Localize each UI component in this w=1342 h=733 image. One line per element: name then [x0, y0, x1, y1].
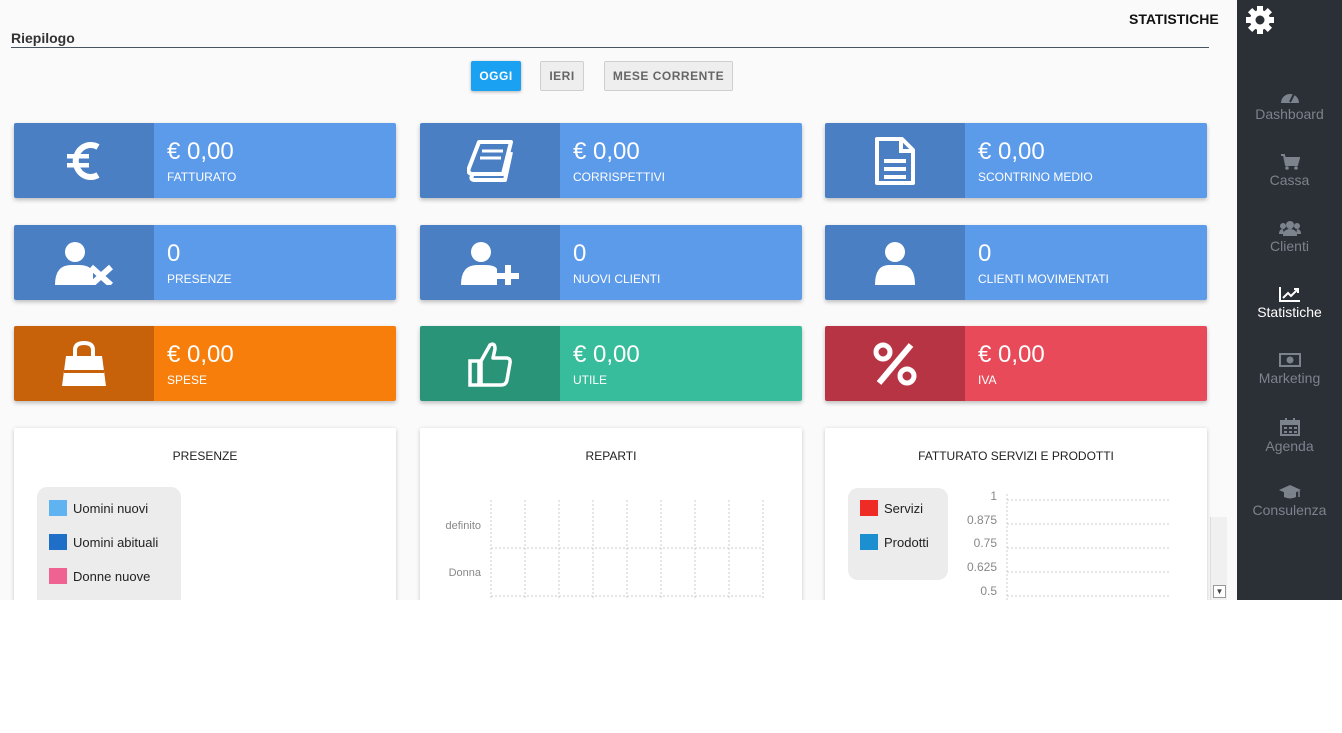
filter-current-month-button[interactable]: MESE CORRENTE: [604, 61, 733, 91]
card-spese[interactable]: € 0,00 SPESE: [14, 326, 396, 401]
page-title: STATISTICHE: [1129, 11, 1219, 27]
card-label: FATTURATO: [167, 170, 237, 184]
legend-item[interactable]: Uomini nuovi: [49, 500, 148, 516]
user-remove-icon: [14, 225, 154, 300]
sidebar-item-label: Dashboard: [1255, 106, 1324, 122]
sidebar-item-label: Clienti: [1270, 238, 1309, 254]
document-icon: [825, 123, 965, 198]
card-corrispettivi[interactable]: € 0,00 CORRISPETTIVI: [420, 123, 802, 198]
panel-reparti: REPARTI definito Donna: [420, 428, 802, 600]
card-value: 0: [573, 240, 587, 267]
sidebar-item-agenda[interactable]: Agenda: [1237, 418, 1342, 454]
card-label: CLIENTI MOVIMENTATI: [978, 272, 1109, 286]
legend-item[interactable]: Donne nuove: [49, 568, 150, 584]
card-value: € 0,00: [167, 138, 234, 165]
y-tick-label: definito: [446, 520, 481, 532]
legend-label: Uomini abituali: [73, 534, 159, 550]
legend-swatch: [49, 534, 67, 550]
y-tick-label: 0.625: [967, 560, 997, 574]
card-label: UTILE: [573, 373, 608, 387]
panel-title: PRESENZE: [172, 449, 238, 463]
panel-presenze: PRESENZE Uomini nuovi Uomini abituali Do…: [14, 428, 396, 600]
gear-icon[interactable]: [1245, 5, 1275, 40]
card-value: 0: [167, 240, 181, 267]
y-tick-label: 0.75: [974, 536, 998, 550]
card-value: € 0,00: [573, 138, 640, 165]
y-tick-label: Donna: [449, 567, 482, 579]
euro-icon: [14, 123, 154, 198]
card-fatturato[interactable]: € 0,00 FATTURATO: [14, 123, 396, 198]
card-scontrino-medio[interactable]: € 0,00 SCONTRINO MEDIO: [825, 123, 1207, 198]
y-tick-label: 0.5: [980, 584, 997, 598]
main-content: STATISTICHE Riepilogo OGGI IERI MESE COR…: [0, 0, 1237, 600]
fatturato-chart: 1 0.875 0.75 0.625 0.5: [967, 489, 1170, 600]
legend-label: Uomini nuovi: [73, 500, 149, 516]
thumbs-up-icon: [420, 326, 560, 401]
card-clienti-movimentati[interactable]: 0 CLIENTI MOVIMENTATI: [825, 225, 1207, 300]
sidebar-item-label: Marketing: [1258, 370, 1321, 386]
legend-label: Donne nuove: [73, 568, 151, 584]
card-value: € 0,00: [573, 341, 640, 368]
user-add-icon: [420, 225, 560, 300]
chart-legend: Uomini nuovi Uomini abituali Donne nuove: [37, 487, 181, 600]
sidebar-item-label: Statistiche: [1257, 304, 1322, 320]
panel-fatturato-servizi-prodotti: FATTURATO SERVIZI E PRODOTTI Servizi Pro…: [825, 428, 1207, 600]
card-label: IVA: [978, 373, 997, 387]
money-icon: [1278, 353, 1301, 367]
card-value: € 0,00: [978, 341, 1045, 368]
calendar-icon: [1279, 418, 1300, 436]
sidebar-item-marketing[interactable]: Marketing: [1237, 352, 1342, 386]
card-value: € 0,00: [167, 341, 234, 368]
percent-icon: [825, 326, 965, 401]
card-label: SCONTRINO MEDIO: [978, 170, 1093, 184]
section-divider: [11, 47, 1209, 48]
sidebar-item-dashboard[interactable]: Dashboard: [1237, 88, 1342, 122]
card-iva[interactable]: € 0,00 IVA: [825, 326, 1207, 401]
legend-swatch: [49, 568, 67, 584]
filter-today-button[interactable]: OGGI: [471, 61, 521, 91]
cart-icon: [1280, 154, 1300, 170]
user-icon: [825, 225, 965, 300]
book-icon: [420, 123, 560, 198]
card-value: € 0,00: [978, 138, 1045, 165]
y-tick-label: 1: [990, 489, 997, 503]
card-label: NUOVI CLIENTI: [573, 272, 661, 286]
users-icon: [1278, 221, 1301, 236]
card-value: 0: [978, 240, 992, 267]
legend-item[interactable]: Uomini abituali: [49, 534, 158, 550]
card-label: PRESENZE: [167, 272, 232, 286]
sidebar-item-label: Agenda: [1265, 438, 1314, 454]
card-presenze[interactable]: 0 PRESENZE: [14, 225, 396, 300]
graduation-cap-icon: [1278, 485, 1301, 499]
scroll-down-icon[interactable]: ▼: [1213, 585, 1226, 598]
section-title: Riepilogo: [11, 30, 75, 46]
y-tick-label: 0.875: [967, 513, 997, 527]
legend-swatch: [49, 500, 67, 516]
sidebar-item-label: Consulenza: [1252, 502, 1327, 518]
sidebar-item-statistiche[interactable]: Statistiche: [1237, 286, 1342, 320]
sidebar-item-clienti[interactable]: Clienti: [1237, 220, 1342, 254]
sidebar-item-label: Cassa: [1269, 172, 1310, 188]
card-nuovi-clienti[interactable]: 0 NUOVI CLIENTI: [420, 225, 802, 300]
card-label: CORRISPETTIVI: [573, 170, 666, 184]
filter-yesterday-button[interactable]: IERI: [540, 61, 584, 91]
sidebar-item-cassa[interactable]: Cassa: [1237, 154, 1342, 188]
dashboard-icon: [1280, 93, 1299, 103]
sidebar: Dashboard Cassa Clienti Statistiche Mark…: [1237, 0, 1342, 600]
sidebar-item-consulenza[interactable]: Consulenza: [1237, 484, 1342, 518]
chart-line-icon: [1278, 287, 1300, 302]
reparti-chart: definito Donna: [446, 500, 764, 600]
card-label: SPESE: [167, 373, 208, 387]
card-utile[interactable]: € 0,00 UTILE: [420, 326, 802, 401]
app-window: STATISTICHE Riepilogo OGGI IERI MESE COR…: [0, 0, 1342, 600]
scrollbar[interactable]: ▼: [1210, 517, 1227, 600]
shopping-bag-icon: [14, 326, 154, 401]
